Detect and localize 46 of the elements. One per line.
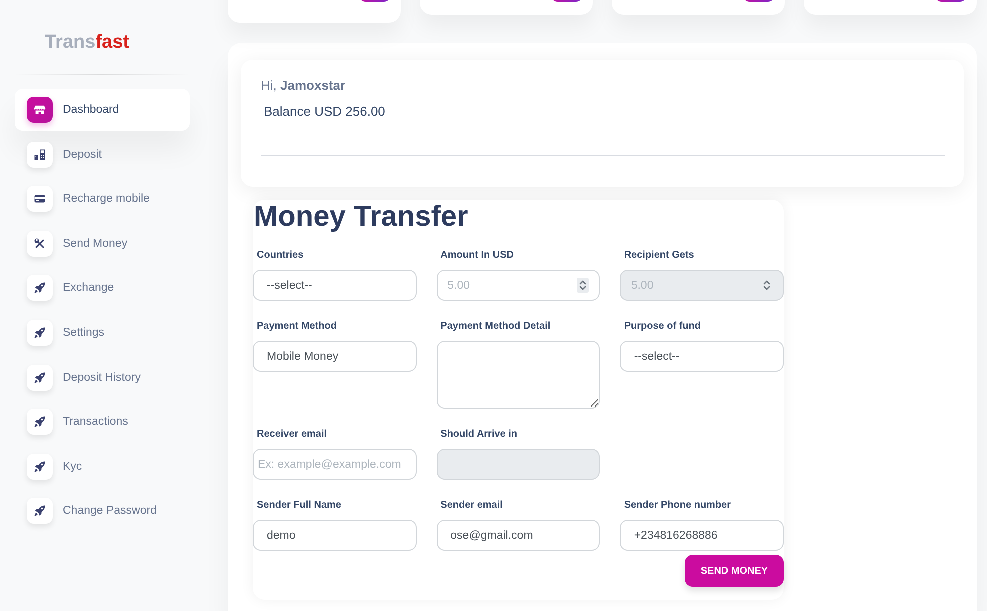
rocket-icon [27,275,53,302]
credit-card-icon [27,186,53,212]
nav-item[interactable]: Send Money [15,222,190,265]
brand-logo: Transfast [45,31,130,55]
nav-item[interactable]: Transactions [15,401,190,444]
field-label: Amount In USD [440,249,514,263]
input-field[interactable]: demo [253,520,417,551]
nav-item[interactable]: Recharge mobile [15,178,190,220]
input-field[interactable]: Mobile Money [253,341,417,372]
rocket-icon [27,409,53,436]
nav-item[interactable]: Dashboard [15,89,190,131]
field-label: Recipient Gets [624,249,694,263]
field-label: Sender Phone number [624,499,732,513]
field-label: Purpose of fund [624,320,701,334]
nav-item[interactable]: Exchange [15,267,190,310]
nav-item[interactable]: Change Password [15,490,190,532]
field-label: Sender email [440,499,503,513]
send-money-button[interactable]: SEND MONEY [685,555,784,587]
nav-item[interactable]: Deposit History [15,356,190,399]
field-label: Payment Method Detail [440,320,551,334]
rocket-icon [27,498,53,524]
greeting-text: Hi, Jamoxstar [261,77,346,95]
input-field[interactable]: Ex: example@example.com [253,449,417,480]
balance-text: Balance USD 256.00 [263,103,386,121]
building-icon [27,142,53,168]
rocket-icon [27,454,53,480]
input-field[interactable]: +234816268886 [620,520,784,551]
nav-item[interactable]: Kyc [15,446,190,488]
nav-item[interactable]: Deposit [15,134,190,176]
form-title: Money Transfer [254,200,468,234]
shop-icon [27,97,53,123]
input-field[interactable]: --select-- [620,341,784,372]
spinner-icon[interactable] [761,278,773,293]
rocket-icon [27,364,53,391]
field-label: Countries [257,249,304,263]
number-field[interactable]: 5.00 [436,270,600,301]
field-label: Receiver email [257,428,328,442]
field-label: Sender Full Name [257,499,342,513]
tools-icon [27,230,53,257]
field-label: Payment Method [257,320,338,334]
nav-item[interactable]: Settings [15,312,190,354]
input-field[interactable]: ose@gmail.com [436,520,600,551]
field-label: Should Arrive in [440,428,518,442]
rocket-icon [27,320,53,346]
input-field[interactable]: --select-- [253,270,417,301]
spinner-icon[interactable] [577,278,590,293]
